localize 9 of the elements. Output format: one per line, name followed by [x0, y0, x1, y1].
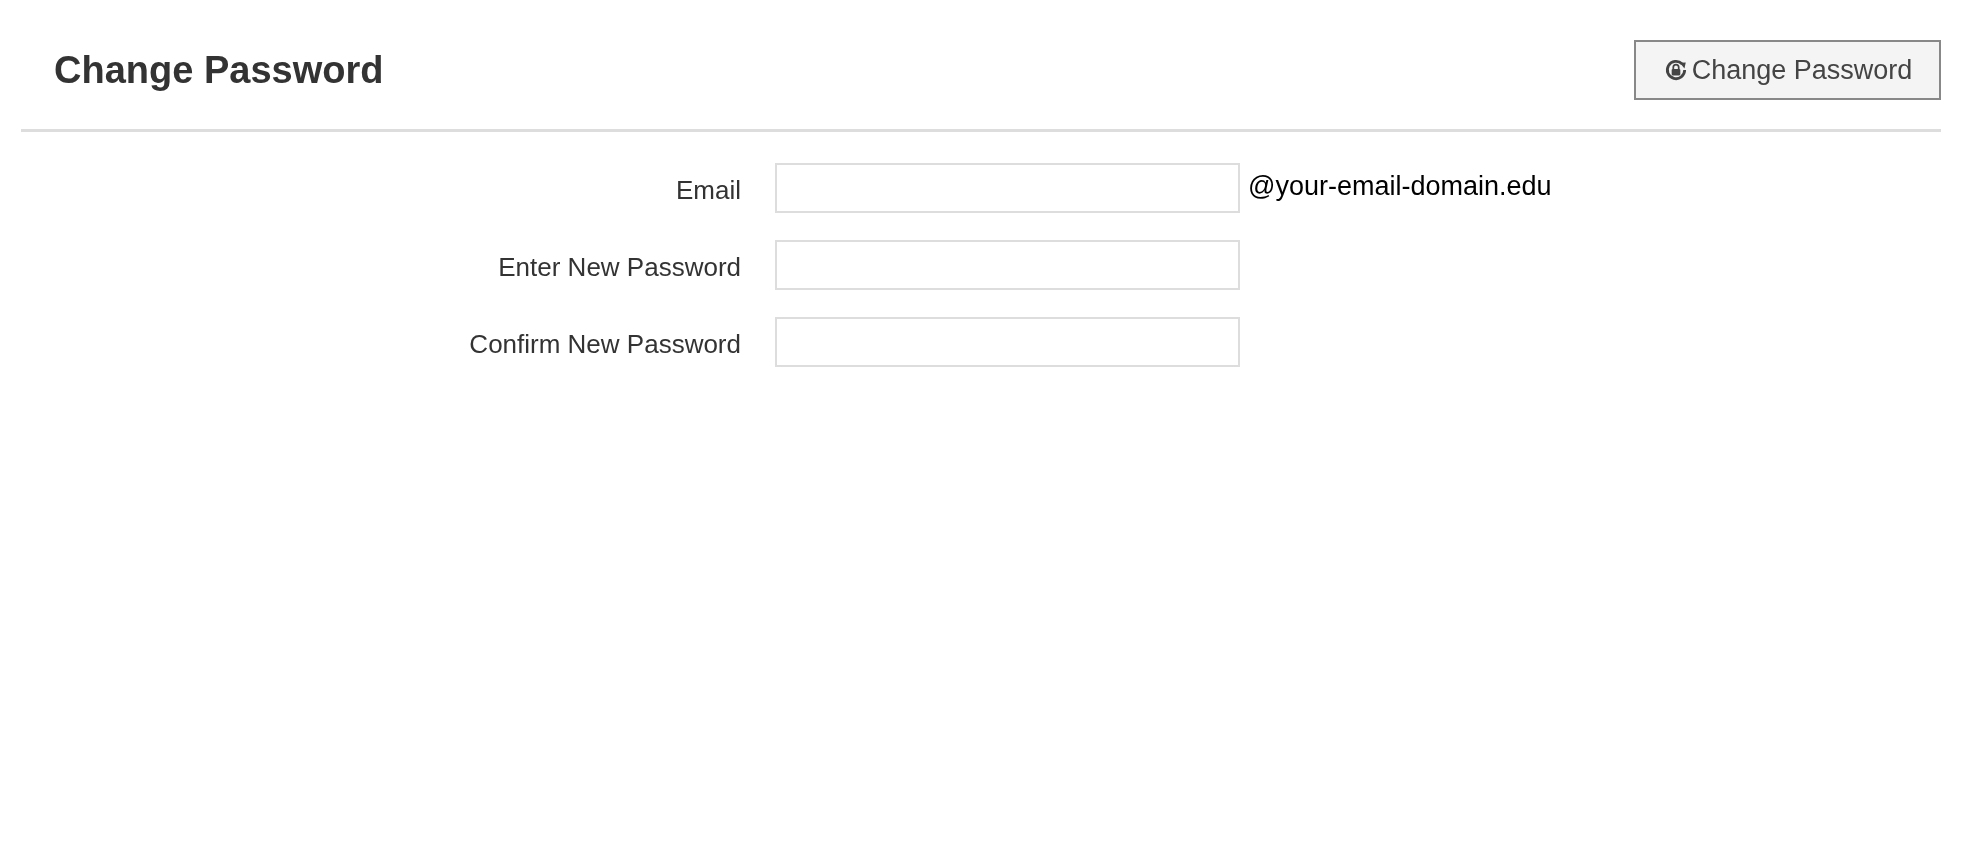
- change-password-button[interactable]: Change Password: [1634, 40, 1941, 100]
- input-field[interactable]: [775, 163, 1240, 213]
- domain-suffix: @your-email-domain.edu: [1248, 171, 1552, 202]
- field-label: Enter New Password: [498, 250, 741, 283]
- field-label: Confirm New Password: [469, 327, 741, 360]
- input-field[interactable]: [775, 317, 1240, 367]
- field-label: Email: [676, 173, 741, 206]
- page-title: Change Password: [54, 48, 384, 92]
- input-field[interactable]: [775, 240, 1240, 290]
